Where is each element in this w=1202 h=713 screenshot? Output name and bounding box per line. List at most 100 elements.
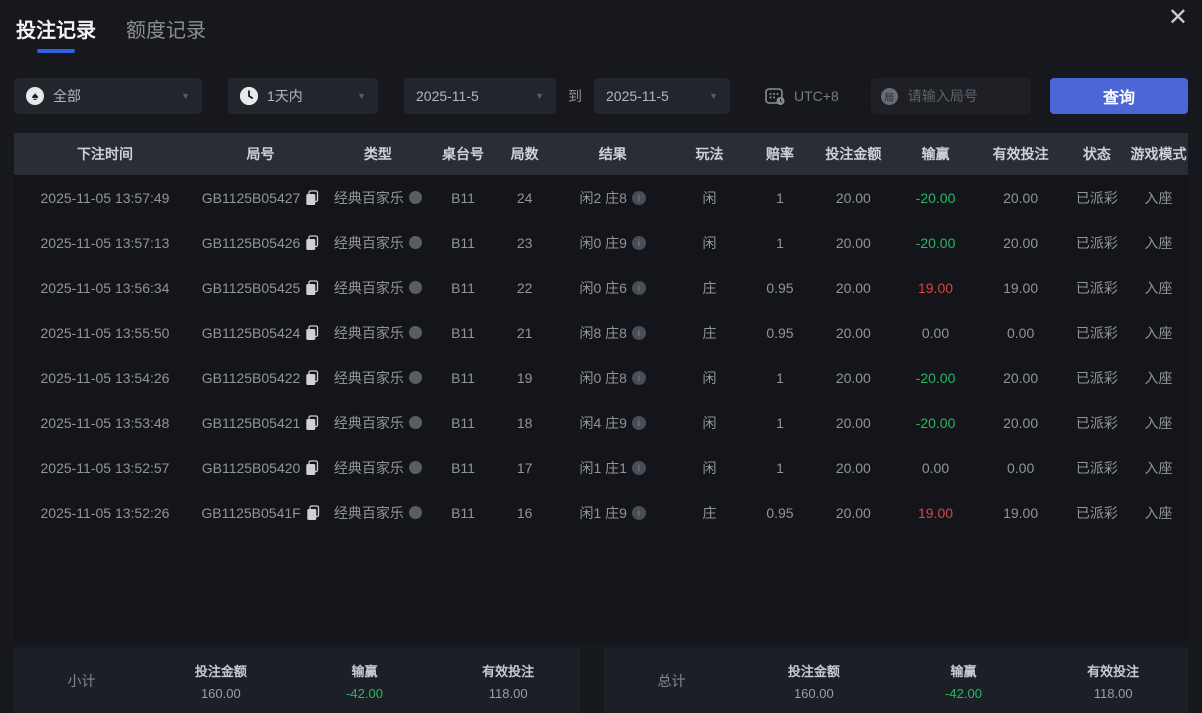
cell-game-mode: 入座 (1129, 413, 1188, 433)
subtotal-bet: 投注金额 160.00 (149, 661, 293, 701)
cell-status: 已派彩 (1065, 458, 1130, 478)
game-type-dot-icon (409, 281, 422, 294)
time-range-select[interactable]: 1天内 ▼ (228, 78, 378, 114)
cell-table-no: B11 (431, 190, 496, 206)
table-row: 2025-11-05 13:52:26 GB1125B0541F 经典百家乐 B… (14, 490, 1188, 535)
cell-valid-bet: 19.00 (977, 280, 1065, 296)
tab-bet-records[interactable]: 投注记录 (16, 14, 96, 53)
calendar-clock-icon (764, 86, 786, 106)
table-header: 下注时间局号类型桌台号局数结果玩法赔率投注金额输赢有效投注状态游戏模式 (14, 133, 1188, 175)
copy-icon[interactable] (305, 460, 319, 476)
game-type-dot-icon (409, 506, 422, 519)
cell-win-loss: -20.00 (894, 235, 976, 251)
cell-play: 闲 (671, 188, 747, 208)
column-header: 局数 (495, 144, 554, 164)
chevron-down-icon: ▼ (173, 91, 190, 101)
cell-odds: 1 (748, 460, 813, 476)
total-label: 总计 (604, 671, 739, 691)
column-header: 玩法 (671, 144, 747, 164)
copy-icon[interactable] (305, 190, 319, 206)
total-bet: 投注金额 160.00 (739, 661, 889, 701)
cell-odds: 0.95 (748, 280, 813, 296)
date-from-select[interactable]: 2025-11-5 ▼ (404, 78, 556, 114)
cell-status: 已派彩 (1065, 188, 1130, 208)
round-search-field: 局 (871, 78, 1031, 114)
cell-status: 已派彩 (1065, 368, 1130, 388)
round-search-input[interactable] (906, 87, 1021, 105)
info-icon[interactable]: i (632, 326, 646, 340)
cell-valid-bet: 20.00 (977, 415, 1065, 431)
copy-icon[interactable] (305, 415, 319, 431)
info-icon[interactable]: i (632, 191, 646, 205)
tab-quota-records[interactable]: 额度记录 (126, 14, 206, 53)
cell-play: 庄 (671, 323, 747, 343)
cell-round-no: 16 (495, 505, 554, 521)
cell-bet-time: 2025-11-05 13:55:50 (14, 325, 196, 341)
cell-bet-amount: 20.00 (812, 280, 894, 296)
info-icon[interactable]: i (632, 281, 646, 295)
cell-win-loss: -20.00 (894, 370, 976, 386)
cell-play: 闲 (671, 233, 747, 253)
info-icon[interactable]: i (632, 371, 646, 385)
clock-icon (240, 87, 258, 105)
copy-icon[interactable] (305, 280, 319, 296)
cell-round-no: 19 (495, 370, 554, 386)
table-row: 2025-11-05 13:57:13 GB1125B05426 经典百家乐 B… (14, 220, 1188, 265)
cell-game-type: 经典百家乐 (325, 278, 431, 298)
round-badge-icon: 局 (881, 88, 898, 105)
info-icon[interactable]: i (632, 416, 646, 430)
cell-round-no: 23 (495, 235, 554, 251)
cell-result: 闲2 庄8 i (554, 188, 671, 208)
cell-bet-amount: 20.00 (812, 190, 894, 206)
cell-game-type: 经典百家乐 (325, 413, 431, 433)
tab-bar: 投注记录 额度记录 (16, 14, 206, 53)
game-type-dot-icon (409, 326, 422, 339)
cell-round-no: 18 (495, 415, 554, 431)
close-icon[interactable]: ✕ (1168, 6, 1188, 30)
copy-icon[interactable] (305, 325, 319, 341)
cell-game-mode: 入座 (1129, 233, 1188, 253)
cell-bet-time: 2025-11-05 13:57:49 (14, 190, 196, 206)
cell-win-loss: 0.00 (894, 325, 976, 341)
copy-icon[interactable] (306, 505, 320, 521)
cell-bet-time: 2025-11-05 13:57:13 (14, 235, 196, 251)
cell-status: 已派彩 (1065, 323, 1130, 343)
cell-odds: 1 (748, 370, 813, 386)
info-icon[interactable]: i (632, 461, 646, 475)
column-header: 结果 (554, 144, 671, 164)
game-type-dot-icon (409, 461, 422, 474)
copy-icon[interactable] (305, 235, 319, 251)
total-valid-bet: 有效投注 118.00 (1038, 661, 1188, 701)
date-from-value: 2025-11-5 (416, 88, 479, 104)
cell-result: 闲0 庄6 i (554, 278, 671, 298)
date-to-select[interactable]: 2025-11-5 ▼ (594, 78, 730, 114)
cell-round-id: GB1125B05427 (196, 190, 325, 206)
info-icon[interactable]: i (632, 236, 646, 250)
column-header: 下注时间 (14, 144, 196, 164)
subtotal-win-loss: 输赢 -42.00 (293, 661, 437, 701)
cell-round-id: GB1125B05425 (196, 280, 325, 296)
game-type-select[interactable]: ♠ 全部 ▼ (14, 78, 202, 114)
cell-table-no: B11 (431, 415, 496, 431)
cell-round-id: GB1125B05422 (196, 370, 325, 386)
column-header: 局号 (196, 144, 325, 164)
game-type-dot-icon (409, 236, 422, 249)
search-button[interactable]: 查询 (1050, 78, 1188, 114)
cell-play: 庄 (671, 278, 747, 298)
info-icon[interactable]: i (632, 506, 646, 520)
cell-status: 已派彩 (1065, 413, 1130, 433)
cell-win-loss: -20.00 (894, 190, 976, 206)
copy-icon[interactable] (305, 370, 319, 386)
timezone-indicator: UTC+8 (764, 86, 839, 106)
cell-bet-amount: 20.00 (812, 370, 894, 386)
subtotal-panel: 小计 投注金额 160.00 输赢 -42.00 有效投注 118.00 (14, 648, 580, 713)
cell-play: 庄 (671, 503, 747, 523)
cell-result: 闲4 庄9 i (554, 413, 671, 433)
cell-play: 闲 (671, 413, 747, 433)
cell-bet-time: 2025-11-05 13:53:48 (14, 415, 196, 431)
cell-valid-bet: 0.00 (977, 460, 1065, 476)
cell-result: 闲0 庄8 i (554, 368, 671, 388)
cell-table-no: B11 (431, 370, 496, 386)
cell-table-no: B11 (431, 505, 496, 521)
cell-game-type: 经典百家乐 (325, 458, 431, 478)
